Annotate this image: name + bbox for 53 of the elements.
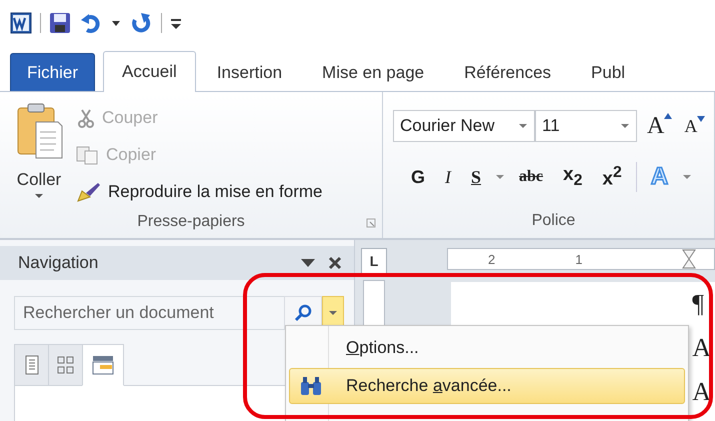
binoculars-icon: [299, 376, 323, 396]
tab-selector-button[interactable]: L: [361, 248, 387, 274]
ribbon-tab[interactable]: Fichier: [10, 53, 96, 91]
pane-title: Navigation: [18, 253, 100, 273]
grow-font-button[interactable]: A: [641, 112, 678, 140]
ribbon-tab[interactable]: Insertion: [198, 53, 302, 91]
copy-icon: [76, 145, 100, 165]
superscript-button[interactable]: x$^{2}$: [596, 164, 628, 190]
scissors-icon: [76, 108, 96, 128]
ribbon-tab[interactable]: Mise en page: [303, 53, 444, 91]
dialog-launcher-icon[interactable]: [366, 218, 376, 228]
paste-button[interactable]: Coller: [14, 102, 64, 206]
list-icon: [92, 355, 114, 375]
close-icon[interactable]: [328, 256, 342, 270]
italic-button[interactable]: I: [439, 166, 458, 188]
document-glyph: ¶: [692, 288, 705, 320]
format-painter-button[interactable]: Reproduire la mise en forme: [76, 178, 322, 206]
menu-item[interactable]: Recherche avancée...: [289, 368, 685, 404]
caret-icon[interactable]: [300, 257, 316, 269]
group-label: Presse-papiers: [137, 213, 245, 231]
shrink-font-button[interactable]: A: [678, 116, 712, 136]
up-arrow-icon: [664, 112, 672, 118]
caret-icon: [518, 122, 528, 130]
strikethrough-button[interactable]: abc: [513, 168, 550, 186]
font-name-field[interactable]: Courier New: [393, 110, 535, 142]
paintbrush-icon: [76, 181, 102, 203]
menu-item[interactable]: Options...: [289, 330, 685, 366]
word-logo-icon[interactable]: [10, 12, 32, 34]
document-glyph: A: [692, 376, 711, 408]
bold-button[interactable]: G: [405, 166, 432, 188]
document-icon: [24, 355, 38, 375]
font-size-field[interactable]: 11: [535, 110, 637, 142]
redo-icon[interactable]: [129, 12, 153, 34]
caret-icon: [620, 122, 630, 130]
save-icon[interactable]: [49, 12, 71, 34]
underline-button[interactable]: S: [465, 166, 488, 188]
results-tab[interactable]: [82, 344, 124, 386]
document-glyph: A: [692, 332, 711, 364]
grid-icon: [56, 355, 74, 375]
subscript-button[interactable]: x$_{2}$: [557, 164, 588, 190]
ruler-number: 2: [488, 252, 496, 266]
pages-tab[interactable]: [48, 344, 82, 386]
headings-tab[interactable]: [14, 344, 48, 386]
ribbon-tab[interactable]: Références: [445, 53, 570, 91]
caret-icon: [328, 309, 338, 317]
indent-marker-icon[interactable]: [682, 249, 696, 269]
ruler-number: 1: [575, 252, 582, 266]
caret-icon: [34, 192, 44, 200]
search-field[interactable]: Rechercher un document: [14, 296, 284, 330]
ribbon-tab[interactable]: Publ: [572, 53, 644, 91]
down-arrow-icon: [697, 116, 706, 122]
group-label: Police: [532, 212, 576, 230]
ribbon-tab[interactable]: Accueil: [103, 51, 196, 92]
